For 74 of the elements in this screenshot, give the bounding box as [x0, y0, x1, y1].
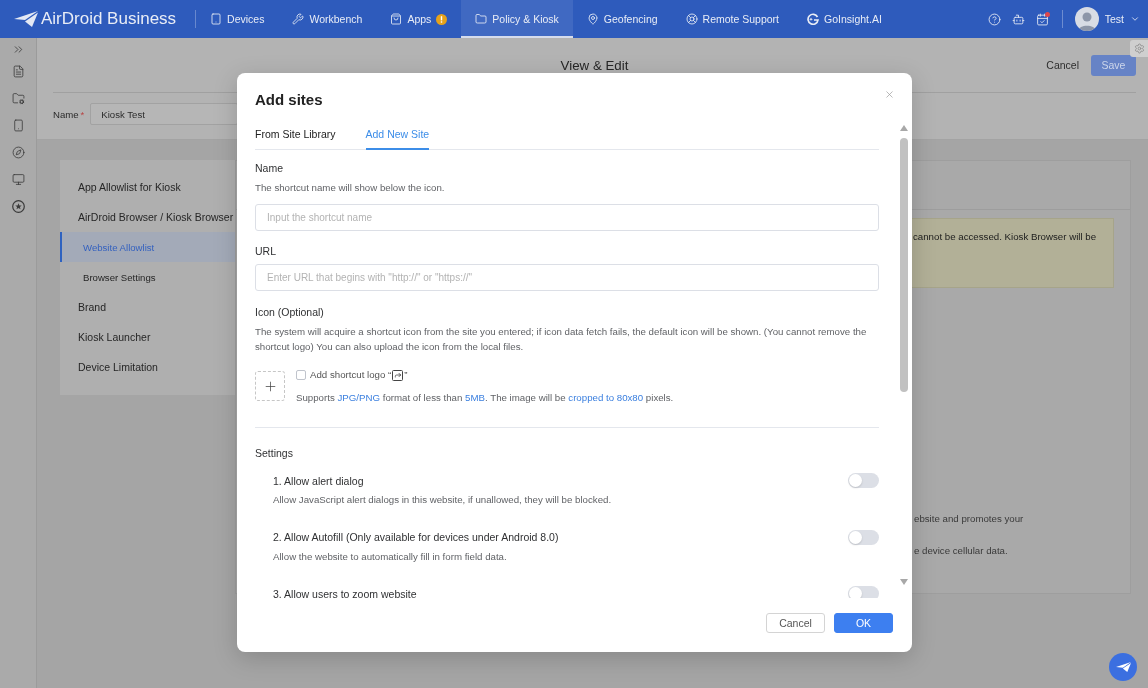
tab[interactable]: From Site Library — [255, 120, 336, 150]
chevron-down-icon[interactable] — [1130, 14, 1140, 24]
wrench-icon — [292, 13, 305, 25]
document-icon[interactable] — [11, 64, 25, 78]
bag-icon — [390, 13, 403, 25]
tablet-icon — [210, 13, 223, 25]
section-heading: Settings — [255, 446, 294, 460]
nav-tab[interactable]: GoInsight.AI — [793, 0, 896, 38]
setting-title: 2. Allow Autofill (Only available for devices under Android 8.0) — [273, 530, 559, 544]
dialog-title: Add sites — [255, 91, 323, 109]
option-description: ebsite and promotes your — [914, 513, 1024, 525]
page-title: View & Edit — [560, 57, 629, 73]
description-text: The system will acquire a shortcut icon from the site you entered; if icon data fetch fails, the default icon will be shown. (You cannot remove the shortcut logo) You can also upload the icon from the local files. — [255, 324, 868, 354]
menu-item[interactable]: Browser Settings — [60, 262, 235, 292]
notice-text: cannot be accessed. Kiosk Browser will be — [913, 230, 1097, 243]
close-icon[interactable] — [884, 89, 895, 100]
monitor-icon[interactable] — [11, 172, 25, 186]
field-hint: The shortcut name will show below the icon. — [255, 181, 446, 195]
toggle-switch[interactable] — [848, 473, 879, 488]
toggle-switch[interactable] — [848, 586, 879, 598]
menu-item[interactable]: App Allowlist for Kiosk — [60, 172, 235, 202]
scroll-up-icon[interactable] — [900, 125, 908, 131]
format-note: Supports JPG/PNG format of less than 5MB. The image will be cropped to 80x80 pixels. — [296, 392, 674, 404]
menu-item[interactable]: Brand — [60, 292, 235, 322]
nav-tab[interactable]: Policy & Kiosk — [461, 0, 573, 38]
calendar-icon[interactable] — [1035, 12, 1049, 26]
paper-plane-logo-icon — [14, 11, 38, 27]
toggle-switch[interactable] — [848, 529, 879, 545]
nav-tab[interactable]: Geofencing — [572, 0, 672, 38]
field-label: Name — [255, 161, 284, 175]
menu-item[interactable]: Kiosk Launcher — [60, 322, 235, 352]
setting-description: Allow the website to automatically fill in form field data. — [273, 549, 508, 564]
compass-icon[interactable] — [11, 145, 25, 159]
field-label: Name — [53, 108, 79, 120]
required-mark: * — [80, 108, 85, 120]
nav-tab[interactable]: Apps — [376, 0, 462, 38]
user-name: Test — [1104, 13, 1124, 25]
help-icon[interactable] — [987, 12, 1001, 26]
checkbox[interactable] — [296, 370, 306, 380]
paper-plane-icon[interactable] — [1109, 653, 1137, 681]
menu-item[interactable]: Device Limitation — [60, 352, 235, 382]
cancel-button[interactable]: Cancel — [766, 613, 825, 633]
avatar[interactable] — [1074, 7, 1099, 31]
ok-button[interactable]: OK — [834, 613, 893, 633]
nav-tab[interactable]: Remote Support — [671, 0, 794, 38]
phone-icon[interactable] — [11, 118, 25, 132]
field-label: Icon (Optional) — [255, 305, 325, 319]
folder-gear-icon[interactable] — [11, 91, 25, 105]
map-pin-icon — [586, 13, 599, 25]
setting-title: 3. Allow users to zoom website — [273, 586, 417, 598]
menu-item[interactable]: AirDroid Browser / Kiosk Browser — [60, 202, 235, 232]
scrollbar-thumb[interactable] — [900, 138, 908, 392]
name-input[interactable]: Kiosk Test — [90, 103, 239, 125]
nav-tab[interactable]: Devices — [196, 0, 279, 38]
nav-tab[interactable]: Workbench — [278, 0, 377, 38]
cancel-button[interactable]: Cancel — [1046, 59, 1079, 71]
field-label: URL — [255, 244, 277, 258]
tab[interactable]: Add New Site — [365, 120, 430, 150]
input-field[interactable]: Enter URL that begins with "http://" or "https://" — [255, 264, 879, 291]
input-field[interactable]: Input the shortcut name — [255, 204, 879, 231]
plus-icon — [262, 378, 278, 394]
lifebuoy-icon — [685, 13, 698, 25]
checkbox-label[interactable]: Add shortcut logo “ ” — [310, 369, 408, 381]
scroll-down-icon[interactable] — [900, 579, 908, 585]
folder-icon — [475, 13, 488, 25]
upload-button[interactable] — [255, 371, 285, 401]
robot-icon[interactable] — [1011, 12, 1025, 26]
settings-icon[interactable] — [1130, 40, 1148, 57]
letter-g-icon — [807, 13, 820, 25]
option-description: e device cellular data. — [914, 545, 1008, 557]
setting-description: Allow JavaScript alert dialogs in this website, if unallowed, they will be blocked. — [273, 493, 613, 507]
star-circle-icon[interactable] — [11, 199, 25, 213]
brand-name: AirDroid Business — [41, 9, 177, 29]
setting-title: 1. Allow alert dialog — [273, 473, 364, 488]
